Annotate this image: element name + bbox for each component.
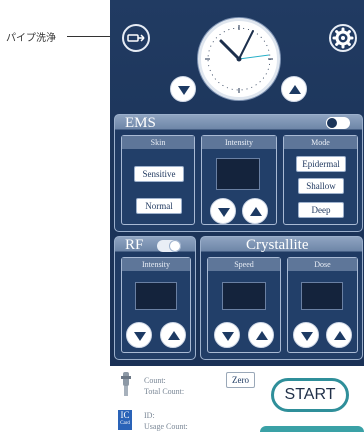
settings-button[interactable] xyxy=(329,24,357,52)
dose-down-button[interactable] xyxy=(293,322,319,348)
triangle-down-icon xyxy=(134,332,146,341)
ems-mode-column: Mode Epidermal Shallow Deep xyxy=(283,135,358,225)
rf-intensity-header: Intensity xyxy=(122,258,190,271)
gear-icon xyxy=(332,27,354,49)
total-count-label: Total Count: xyxy=(144,387,185,396)
rf-intensity-down-button[interactable] xyxy=(126,322,152,348)
ems-intensity-display xyxy=(216,158,260,190)
pipe-clean-callout-label: パイプ洗浄 xyxy=(6,33,56,44)
crystallite-title: Crystallite xyxy=(246,237,309,253)
ems-intensity-up-button[interactable] xyxy=(242,198,268,224)
dose-column: Dose xyxy=(287,257,358,353)
dose-up-button[interactable] xyxy=(326,322,352,348)
ems-section: EMS Skin Sensitive Normal Intensity Mode… xyxy=(114,114,363,232)
crystallite-section: Crystallite Speed Dose xyxy=(200,236,363,360)
clock-face xyxy=(205,25,273,93)
triangle-up-icon xyxy=(334,331,346,340)
footer-panel: Count: Total Count: Zero START IC Card I… xyxy=(110,366,364,435)
dose-display xyxy=(301,282,343,310)
triangle-up-icon xyxy=(256,331,268,340)
mode-epidermal-button[interactable]: Epidermal xyxy=(296,156,346,172)
teal-accent-bar xyxy=(260,426,364,432)
mode-shallow-button[interactable]: Shallow xyxy=(298,178,344,194)
zero-button[interactable]: Zero xyxy=(226,372,255,388)
rf-title: RF xyxy=(125,237,144,253)
speed-header: Speed xyxy=(208,258,280,271)
dose-header: Dose xyxy=(288,258,357,271)
triangle-down-icon xyxy=(218,208,230,217)
start-button[interactable]: START xyxy=(271,378,349,412)
ic-card-icon: IC Card xyxy=(118,410,132,430)
rf-toggle[interactable] xyxy=(157,240,181,252)
ic-card-icon-sublabel: Card xyxy=(120,421,130,426)
mode-header: Mode xyxy=(284,136,357,149)
device-panel: EMS Skin Sensitive Normal Intensity Mode… xyxy=(110,0,364,366)
speed-column: Speed xyxy=(207,257,281,353)
rf-intensity-up-button[interactable] xyxy=(160,322,186,348)
rf-intensity-column: Intensity xyxy=(121,257,191,353)
triangle-up-icon xyxy=(168,331,180,340)
pipe-clean-icon xyxy=(127,34,145,42)
clock-down-button[interactable] xyxy=(170,76,196,102)
skin-normal-button[interactable]: Normal xyxy=(136,198,182,214)
triangle-down-icon xyxy=(222,332,234,341)
handpiece-icon xyxy=(121,372,131,396)
speed-display xyxy=(222,282,266,310)
triangle-down-icon xyxy=(178,86,190,95)
ems-title: EMS xyxy=(125,115,156,131)
ems-intensity-column: Intensity xyxy=(201,135,277,225)
ic-card-icon-label: IC xyxy=(120,410,130,420)
usage-count-label: Usage Count: xyxy=(144,422,188,431)
ems-toggle[interactable] xyxy=(326,117,350,129)
speed-up-button[interactable] xyxy=(248,322,274,348)
clock-up-button[interactable] xyxy=(281,76,307,102)
skin-header: Skin xyxy=(122,136,194,149)
rf-toggle-knob xyxy=(169,240,181,252)
id-label: ID: xyxy=(144,411,155,420)
callout-line xyxy=(67,36,113,37)
count-label: Count: xyxy=(144,376,166,385)
triangle-up-icon xyxy=(289,85,301,94)
ems-skin-column: Skin Sensitive Normal xyxy=(121,135,195,225)
ems-intensity-header: Intensity xyxy=(202,136,276,149)
triangle-up-icon xyxy=(250,207,262,216)
rf-section: RF Intensity xyxy=(114,236,196,360)
ems-toggle-knob xyxy=(326,117,338,129)
clock xyxy=(198,18,280,100)
triangle-down-icon xyxy=(301,332,313,341)
speed-down-button[interactable] xyxy=(214,322,240,348)
skin-sensitive-button[interactable]: Sensitive xyxy=(134,166,184,182)
mode-deep-button[interactable]: Deep xyxy=(298,202,344,218)
rf-intensity-display xyxy=(135,282,177,310)
pipe-clean-button[interactable] xyxy=(122,24,150,52)
ems-intensity-down-button[interactable] xyxy=(210,198,236,224)
